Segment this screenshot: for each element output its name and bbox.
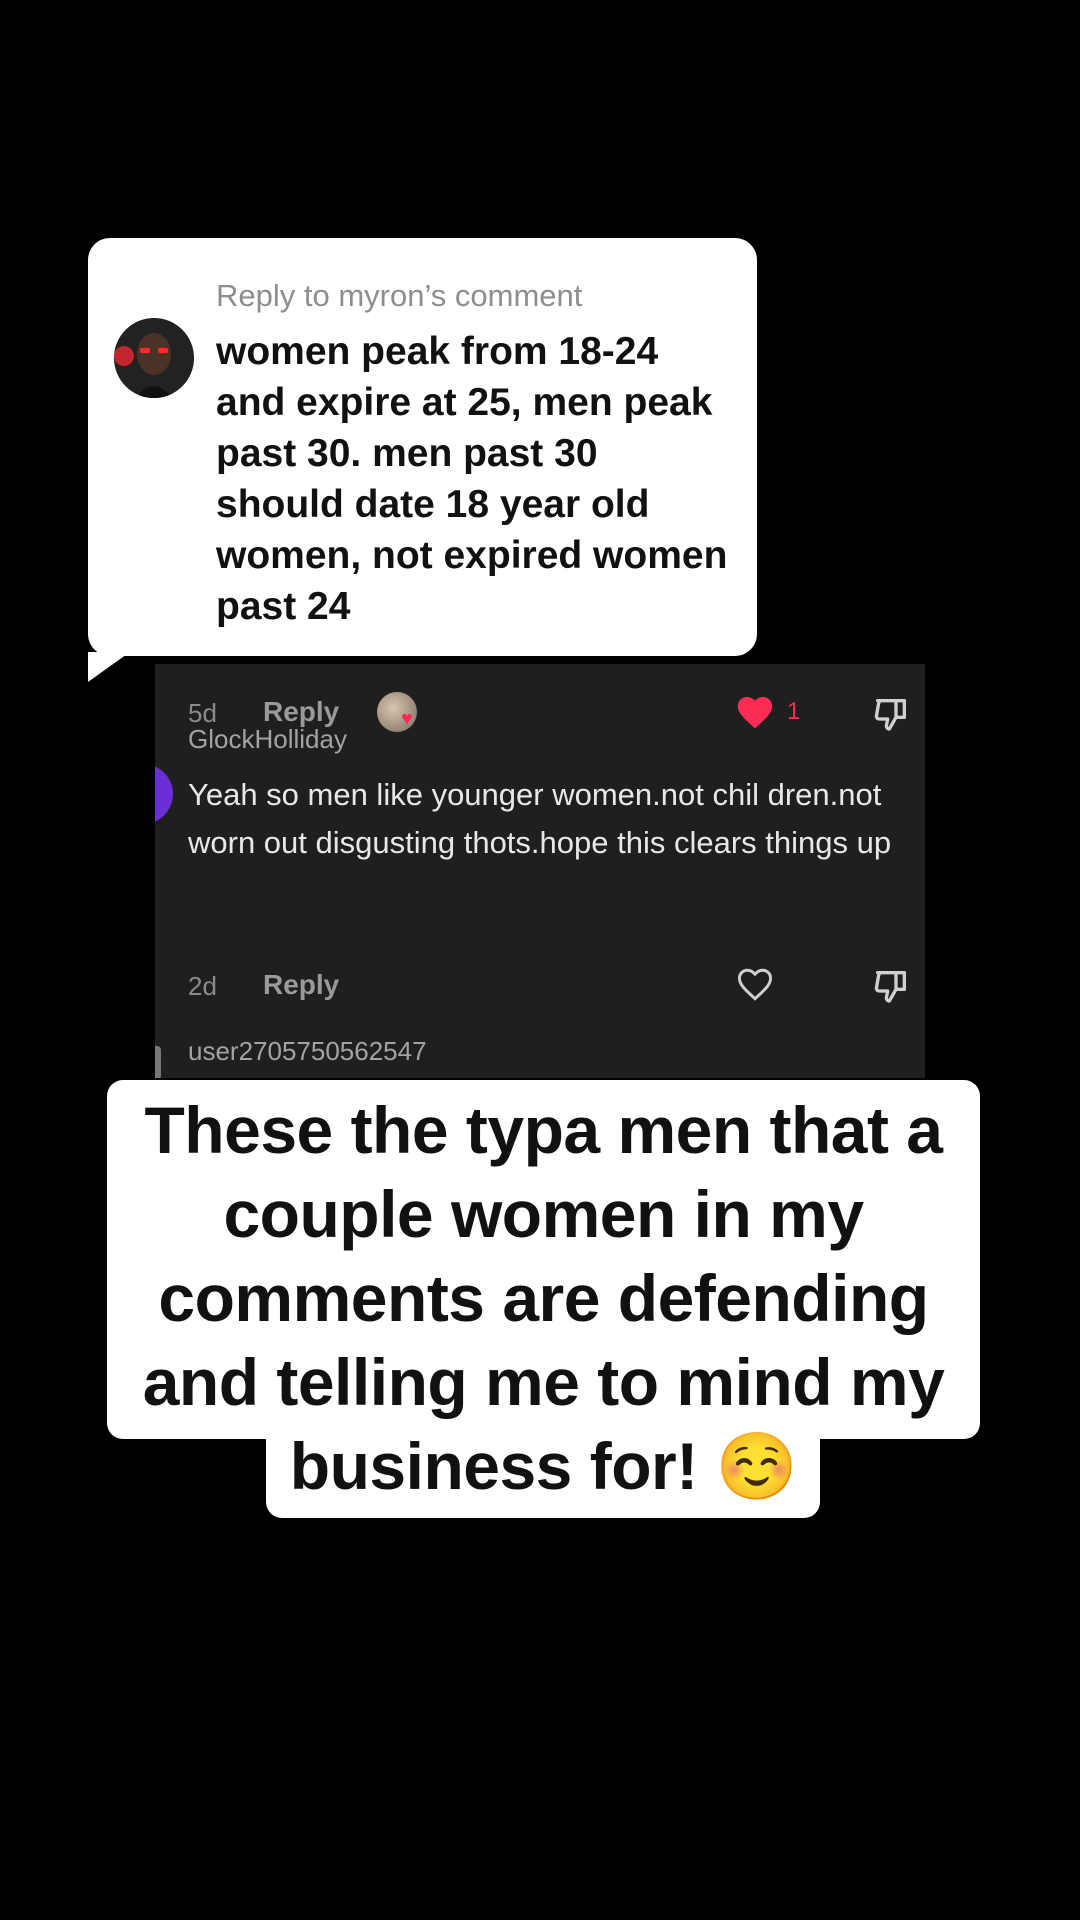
heart-outline-icon[interactable]: [735, 966, 775, 1008]
comment-username[interactable]: user2705750562547: [188, 1036, 427, 1067]
avatar[interactable]: [155, 1046, 161, 1078]
like-count: 1: [787, 698, 801, 725]
thumbs-down-icon[interactable]: [871, 694, 911, 734]
avatar[interactable]: [155, 764, 173, 824]
heart-icon[interactable]: [735, 694, 775, 736]
reply-comment-text: women peak from 18-24 and expire at 25, …: [216, 330, 728, 628]
thumbs-down-icon[interactable]: [871, 966, 911, 1006]
reply-button[interactable]: Reply: [263, 969, 339, 1001]
bubble-tail: [88, 652, 130, 682]
commenter-avatar: [114, 318, 194, 398]
reply-header: Reply to myron’s comment: [216, 278, 583, 313]
comments-panel: 5d Reply ♥ 1 GlockHolliday Yeah so men l…: [155, 664, 925, 1078]
creator-heart-icon: ♥: [401, 708, 413, 730]
comment-time: 2d: [188, 971, 217, 1001]
reply-comment-bubble: Reply to myron’s comment women peak from…: [88, 238, 757, 682]
comment-username[interactable]: GlockHolliday: [188, 724, 347, 755]
video-caption: These the typa men that a couple women i…: [142, 1093, 945, 1503]
comment-text: Yeah so men like younger women.not chil …: [188, 777, 892, 860]
